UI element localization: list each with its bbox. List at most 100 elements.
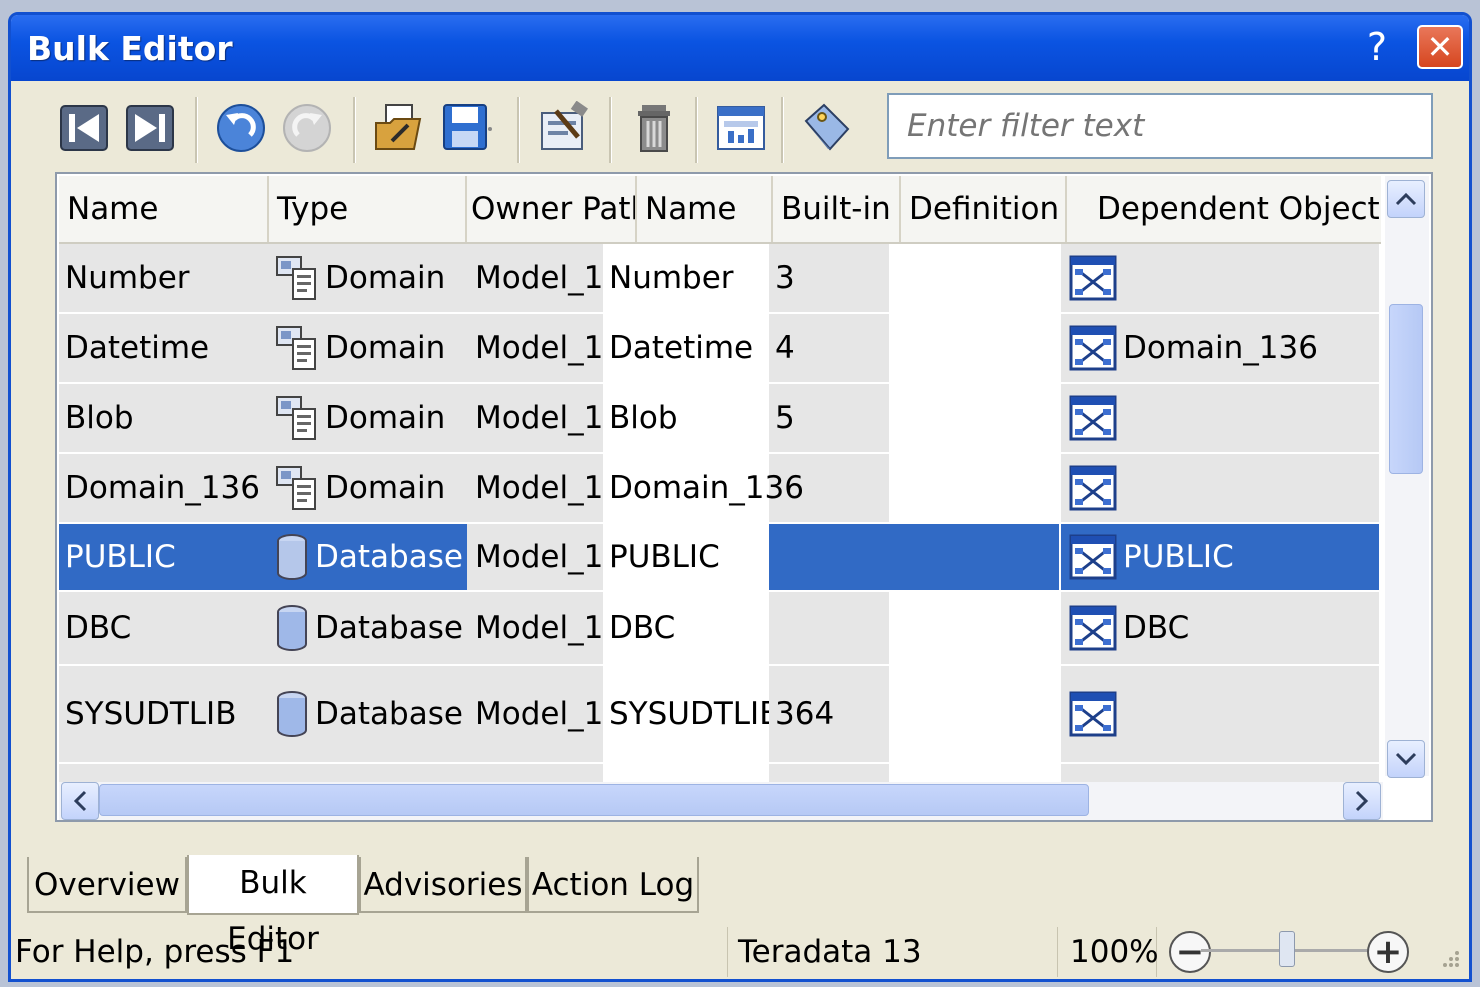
cell-owner-path[interactable]: Model_1 — [467, 384, 603, 454]
open-button[interactable] — [369, 97, 429, 159]
cell-name[interactable]: PUBLIC — [59, 524, 269, 592]
tab-bulk-editor[interactable]: Bulk Editor — [187, 855, 359, 957]
cell-name-2[interactable]: Number — [603, 244, 769, 314]
cell-builtin-id[interactable] — [769, 592, 889, 666]
cell-builtin-id[interactable]: 5 — [769, 384, 889, 454]
delete-button[interactable] — [625, 97, 685, 159]
column-header-type[interactable]: Type — [269, 176, 467, 242]
report-button[interactable] — [711, 97, 771, 159]
cell-dependent-objects[interactable] — [1061, 764, 1379, 784]
vertical-scrollbar[interactable] — [1385, 176, 1429, 778]
cell-name[interactable] — [59, 764, 269, 784]
cell-type[interactable]: Database — [269, 666, 467, 764]
cell-builtin-id[interactable]: 4 — [769, 314, 889, 384]
cell-builtin-id[interactable]: 364 — [769, 666, 889, 764]
tag-button[interactable] — [797, 97, 857, 159]
cell-builtin-id[interactable] — [769, 524, 889, 592]
cell-dependent-objects[interactable]: DBC — [1061, 592, 1379, 666]
table-row[interactable]: Number Domain Model_1 Number 3 — [59, 244, 1381, 314]
scroll-right-button[interactable] — [1343, 782, 1381, 820]
cell-owner-path[interactable]: Model_1 — [467, 454, 603, 524]
table-row[interactable]: SYSUDTLIB Database Model_1 SYSUDTLIB 364 — [59, 666, 1381, 764]
cell-definition[interactable] — [889, 244, 1061, 314]
cell-type[interactable]: Database — [269, 592, 467, 666]
edit-properties-button[interactable] — [535, 97, 595, 159]
table-row[interactable]: DBC Database Model_1 DBC DBC — [59, 592, 1381, 666]
cell-definition[interactable] — [889, 592, 1061, 666]
cell-type[interactable]: Domain — [269, 454, 467, 524]
cell-name[interactable]: SYSUDTLIB — [59, 666, 269, 764]
horizontal-scrollbar[interactable] — [59, 782, 1383, 820]
cell-type[interactable]: Domain — [269, 314, 467, 384]
cell-type[interactable]: Domain — [269, 244, 467, 314]
cell-definition[interactable] — [889, 764, 1061, 784]
resize-grip-icon[interactable] — [1437, 945, 1461, 969]
cell-name[interactable]: DBC — [59, 592, 269, 666]
zoom-slider-thumb[interactable] — [1279, 931, 1295, 967]
cell-name[interactable]: Number — [59, 244, 269, 314]
cell-definition[interactable] — [889, 314, 1061, 384]
cell-owner-path[interactable]: Model_1 — [467, 524, 603, 592]
cell-dependent-objects[interactable]: PUBLIC — [1061, 524, 1379, 592]
scroll-down-button[interactable] — [1387, 740, 1425, 778]
cell-owner-path[interactable] — [467, 764, 603, 784]
column-header-name[interactable]: Name — [59, 176, 269, 242]
cell-definition[interactable] — [889, 454, 1061, 524]
title-bar[interactable]: Bulk Editor ? ✕ — [11, 15, 1469, 81]
vertical-scroll-thumb[interactable] — [1389, 304, 1423, 474]
redo-button[interactable] — [277, 97, 337, 159]
cell-name-2[interactable]: PUBLIC — [603, 524, 769, 592]
table-row-partial[interactable] — [59, 764, 1381, 784]
cell-dependent-objects[interactable] — [1061, 454, 1379, 524]
cell-type[interactable]: Domain — [269, 384, 467, 454]
cell-type[interactable]: Database — [269, 524, 467, 592]
zoom-in-button[interactable]: + — [1367, 931, 1409, 973]
cell-definition[interactable] — [889, 384, 1061, 454]
cell-dependent-objects[interactable] — [1061, 244, 1379, 314]
cell-owner-path[interactable]: Model_1 — [467, 592, 603, 666]
table-row-selected[interactable]: PUBLIC Database Model_1 PUBLIC PUBLIC — [59, 524, 1381, 592]
cell-definition[interactable] — [889, 524, 1061, 592]
undo-button[interactable] — [211, 97, 271, 159]
cell-dependent-objects[interactable] — [1061, 384, 1379, 454]
zoom-out-button[interactable]: − — [1169, 931, 1211, 973]
cell-name-2[interactable]: SYSUDTLIB — [603, 666, 769, 764]
filter-input[interactable] — [887, 93, 1433, 159]
table-row[interactable]: Domain_136 Domain Model_1 Domain_136 — [59, 454, 1381, 524]
cell-name-2[interactable]: DBC — [603, 592, 769, 666]
cell-owner-path[interactable]: Model_1 — [467, 244, 603, 314]
scroll-up-button[interactable] — [1387, 180, 1425, 218]
save-button[interactable] — [437, 97, 497, 159]
close-button[interactable]: ✕ — [1417, 25, 1463, 69]
cell-name[interactable]: Blob — [59, 384, 269, 454]
cell-dependent-objects[interactable]: Domain_136 — [1061, 314, 1379, 384]
cell-dependent-objects[interactable] — [1061, 666, 1379, 764]
cell-definition[interactable] — [889, 666, 1061, 764]
table-row[interactable]: Blob Domain Model_1 Blob 5 — [59, 384, 1381, 454]
horizontal-scroll-thumb[interactable] — [99, 784, 1089, 816]
column-header-definition[interactable]: Definition — [901, 176, 1067, 242]
cell-name-2[interactable]: Datetime — [603, 314, 769, 384]
cell-owner-path[interactable]: Model_1 — [467, 314, 603, 384]
tab-advisories[interactable]: Advisories — [359, 857, 527, 913]
previous-button[interactable] — [55, 97, 115, 159]
cell-name-2[interactable]: Blob — [603, 384, 769, 454]
tab-action-log[interactable]: Action Log — [527, 857, 699, 913]
scroll-left-button[interactable] — [61, 782, 99, 820]
column-header-builtin-id[interactable]: Built-in Id — [773, 176, 901, 242]
column-header-owner-path[interactable]: Owner Path — [467, 176, 637, 242]
cell-builtin-id[interactable]: 3 — [769, 244, 889, 314]
table-row[interactable]: Datetime Domain Model_1 Datetime 4 Domai… — [59, 314, 1381, 384]
column-header-name-2[interactable]: Name — [637, 176, 773, 242]
column-header-dependent-objects[interactable]: Dependent Objects — [1067, 176, 1381, 242]
tab-overview[interactable]: Overview — [27, 857, 187, 913]
cell-name[interactable]: Domain_136 — [59, 454, 269, 524]
cell-name-2[interactable]: Domain_136 — [603, 454, 804, 524]
cell-builtin-id[interactable] — [769, 764, 889, 784]
help-button[interactable]: ? — [1355, 25, 1399, 69]
cell-name-2[interactable] — [603, 764, 769, 784]
next-button[interactable] — [121, 97, 181, 159]
cell-name[interactable]: Datetime — [59, 314, 269, 384]
cell-type[interactable] — [269, 764, 467, 784]
cell-owner-path[interactable]: Model_1 — [467, 666, 603, 764]
